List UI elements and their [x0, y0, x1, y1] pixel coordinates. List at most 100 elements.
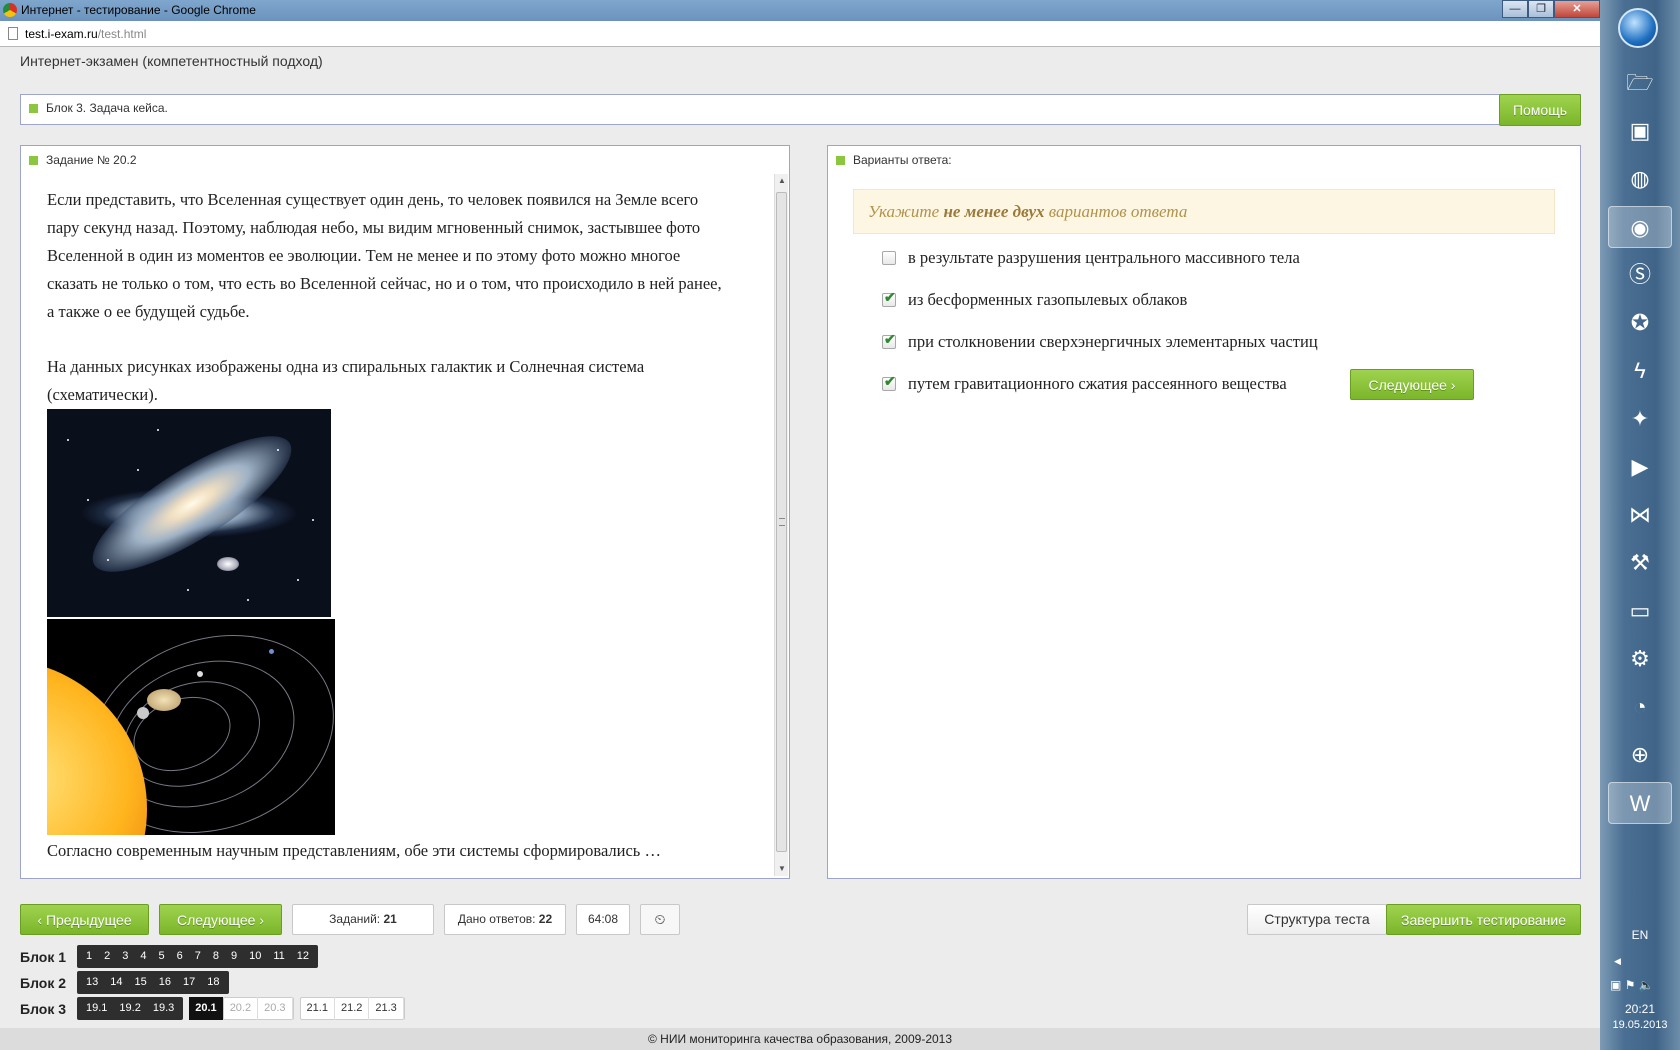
minimize-button[interactable]: — — [1502, 0, 1528, 18]
word-icon[interactable]: W — [1608, 782, 1672, 824]
network-icon[interactable]: ◍ — [1608, 158, 1672, 200]
task-paragraph: На данных рисунках изображены одна из сп… — [47, 357, 645, 404]
scroll-down-icon[interactable]: ▼ — [775, 862, 789, 876]
task-question: Согласно современным научным представлен… — [47, 841, 661, 860]
task-number[interactable]: 20.2 — [224, 997, 259, 1020]
visual-studio-icon[interactable]: ⋈ — [1608, 494, 1672, 536]
task-panel: Задание № 20.2 Если представить, что Все… — [20, 145, 790, 879]
task-number[interactable]: 4 — [134, 945, 152, 968]
monitor-icon[interactable]: ▭ — [1608, 590, 1672, 632]
lightning-icon[interactable]: ϟ — [1608, 350, 1672, 392]
galaxy-image — [47, 409, 331, 617]
square-icon — [836, 156, 845, 166]
scroll-thumb[interactable] — [776, 192, 787, 852]
answer-panel: Варианты ответа: Укажите не менее двух в… — [827, 145, 1581, 879]
tools-icon[interactable]: ⚙ — [1608, 638, 1672, 680]
clock-icon[interactable]: ⏲ — [640, 904, 680, 935]
close-button[interactable]: ✕ — [1554, 0, 1600, 18]
language-indicator[interactable]: EN — [1600, 928, 1680, 942]
finish-button[interactable]: Завершить тестирование — [1386, 904, 1581, 935]
answers-count: Дано ответов: 22 — [444, 904, 566, 935]
explorer-icon[interactable]: 🗁 — [1608, 62, 1672, 104]
next-button[interactable]: Следующее › — [159, 904, 282, 935]
task-number[interactable]: 19.2 — [113, 997, 146, 1020]
chevron-right-icon: › — [259, 911, 264, 928]
task-number[interactable]: 7 — [189, 945, 207, 968]
task-number[interactable]: 20.3 — [258, 997, 293, 1020]
task-number[interactable]: 1 — [80, 945, 98, 968]
exam-header: Интернет-экзамен (компетентностный подхо… — [0, 47, 1600, 77]
exam-title: Интернет-экзамен (компетентностный подхо… — [20, 53, 323, 69]
clock-date[interactable]: 19.05.2013 — [1600, 1019, 1680, 1031]
volume-icon[interactable]: 🔈 — [1639, 978, 1654, 992]
answer-checkbox[interactable] — [882, 332, 896, 349]
maximize-button[interactable]: ❐ — [1528, 0, 1554, 18]
chevron-right-icon: › — [1450, 376, 1456, 393]
page-icon — [8, 27, 18, 40]
task-number[interactable]: 21.3 — [369, 997, 404, 1020]
task-number[interactable]: 8 — [207, 945, 225, 968]
structure-button[interactable]: Структура теста — [1247, 904, 1387, 935]
task-number[interactable]: 9 — [225, 945, 243, 968]
app-icon[interactable]: ✦ — [1608, 398, 1672, 440]
chrome-icon — [3, 3, 17, 17]
task-group: 20.1 — [189, 997, 223, 1020]
task-group: 13 14 15 16 17 18 — [77, 971, 229, 994]
task-number[interactable]: 3 — [116, 945, 134, 968]
answer-checkbox[interactable] — [882, 251, 896, 265]
task-number[interactable]: 12 — [291, 945, 315, 968]
app-icon[interactable]: ✪ — [1608, 302, 1672, 344]
play-icon[interactable]: ▶ — [1608, 446, 1672, 488]
task-number[interactable]: 17 — [177, 971, 201, 994]
previous-button[interactable]: ‹ Предыдущее — [20, 904, 149, 935]
tools-icon[interactable]: ⚒ — [1608, 542, 1672, 584]
clock-time[interactable]: 20:21 — [1600, 1002, 1680, 1016]
task-number[interactable]: 15 — [129, 971, 153, 994]
answer-checkbox[interactable] — [882, 374, 896, 391]
task-number-current[interactable]: 20.1 — [189, 997, 223, 1020]
task-number[interactable]: 2 — [98, 945, 116, 968]
network-tray-icon[interactable]: ▣ — [1610, 978, 1621, 992]
footer: © НИИ мониторинга качества образования, … — [0, 1028, 1600, 1050]
scroll-up-icon[interactable]: ▲ — [775, 174, 789, 188]
address-bar[interactable]: test.i-exam.ru/test.html — [0, 21, 1600, 47]
task-number[interactable]: 18 — [201, 971, 225, 994]
app-icon[interactable]: ▣ — [1608, 110, 1672, 152]
block-bar: Блок 3. Задача кейса. Помощь — [20, 94, 1581, 126]
task-number[interactable]: 6 — [171, 945, 189, 968]
ccleaner-icon[interactable]: ◔ — [1608, 686, 1672, 728]
task-number[interactable]: 10 — [243, 945, 267, 968]
task-group: 21.1 21.2 21.3 — [299, 997, 405, 1020]
task-number[interactable]: 5 — [153, 945, 171, 968]
task-heading: Задание № 20.2 — [46, 153, 137, 167]
help-button[interactable]: Помощь — [1499, 94, 1581, 126]
task-number[interactable]: 14 — [104, 971, 128, 994]
chrome-taskbar-icon[interactable]: ◉ — [1608, 206, 1672, 248]
chevron-left-icon: ‹ — [37, 911, 43, 928]
task-number[interactable]: 21.1 — [301, 997, 335, 1020]
square-icon — [29, 104, 38, 114]
task-number[interactable]: 21.2 — [335, 997, 370, 1020]
lock-icon[interactable]: ⊕ — [1608, 734, 1672, 776]
task-content: Если представить, что Вселенная существу… — [47, 186, 732, 876]
block-row-2: Блок 2 13 14 15 16 17 18 — [20, 971, 229, 994]
solar-system-image — [47, 619, 335, 835]
answer-checkbox[interactable] — [882, 290, 896, 307]
url-text[interactable]: test.i-exam.ru/test.html — [25, 27, 146, 41]
block-label: Блок 3. Задача кейса. — [46, 101, 168, 115]
next-answer-button[interactable]: Следующее › — [1350, 369, 1474, 400]
flag-icon[interactable]: ⚑ — [1625, 978, 1636, 992]
task-number[interactable]: 13 — [80, 971, 104, 994]
task-scrollbar[interactable]: ▲ ▼ — [774, 174, 788, 876]
task-number[interactable]: 11 — [267, 945, 290, 968]
task-number[interactable]: 19.1 — [80, 997, 113, 1020]
task-scroll-area[interactable]: Если представить, что Вселенная существу… — [22, 174, 788, 876]
task-number[interactable]: 16 — [153, 971, 177, 994]
task-number[interactable]: 19.3 — [147, 997, 180, 1020]
start-button[interactable] — [1618, 8, 1658, 48]
window-titlebar: Интернет - тестирование - Google Chrome … — [0, 0, 1600, 21]
answers-heading: Варианты ответа: — [853, 153, 952, 167]
tray-expand-icon[interactable]: ◀ — [1614, 956, 1621, 967]
skype-icon[interactable]: Ⓢ — [1608, 254, 1672, 296]
task-group: 19.1 19.2 19.3 — [77, 997, 184, 1020]
